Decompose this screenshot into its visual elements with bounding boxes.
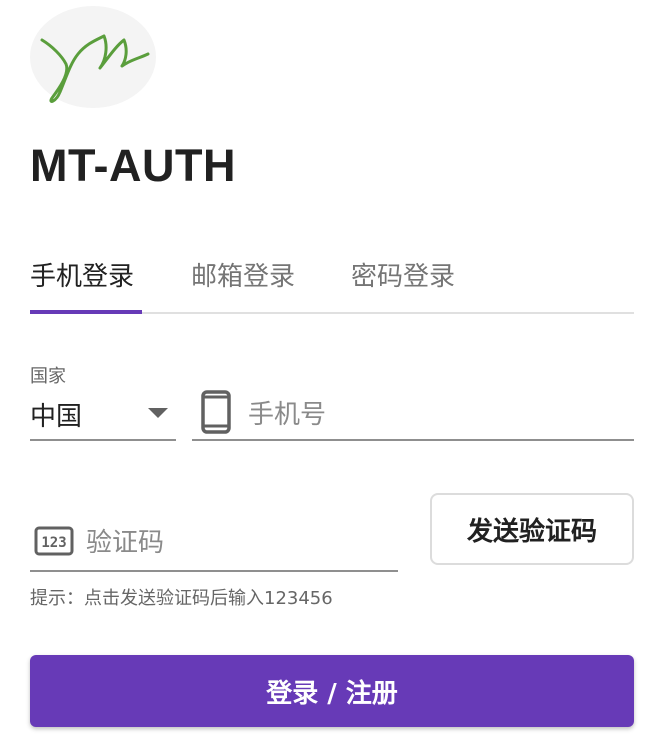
verification-code-input[interactable] [86,524,386,562]
country-value: 中国 [30,402,83,432]
verification-code-field: 123 [30,510,398,572]
svg-text:123: 123 [41,535,66,551]
login-method-tabs: 手机登录 邮箱登录 密码登录 [30,248,634,314]
login-register-button[interactable]: 登录 / 注册 [30,655,634,727]
phone-field [192,362,634,441]
app-logo [30,6,156,108]
phone-icon [201,390,231,434]
phone-input[interactable] [248,396,618,434]
country-label: 国家 [30,366,66,387]
active-tab-indicator [30,310,142,314]
tab-password-login[interactable]: 密码登录 [351,248,455,312]
app-title: MT-AUTH [30,140,236,191]
tab-email-login[interactable]: 邮箱登录 [191,248,295,312]
send-code-button[interactable]: 发送验证码 [430,493,634,565]
signature-logo-icon [40,34,150,103]
hint-text: 提示：点击发送验证码后输入123456 [30,588,333,609]
country-select[interactable]: 国家 中国 [30,362,176,441]
tab-phone-login[interactable]: 手机登录 [30,248,134,312]
numeric-123-icon: 123 [34,526,74,556]
dropdown-arrow-icon [148,408,168,418]
